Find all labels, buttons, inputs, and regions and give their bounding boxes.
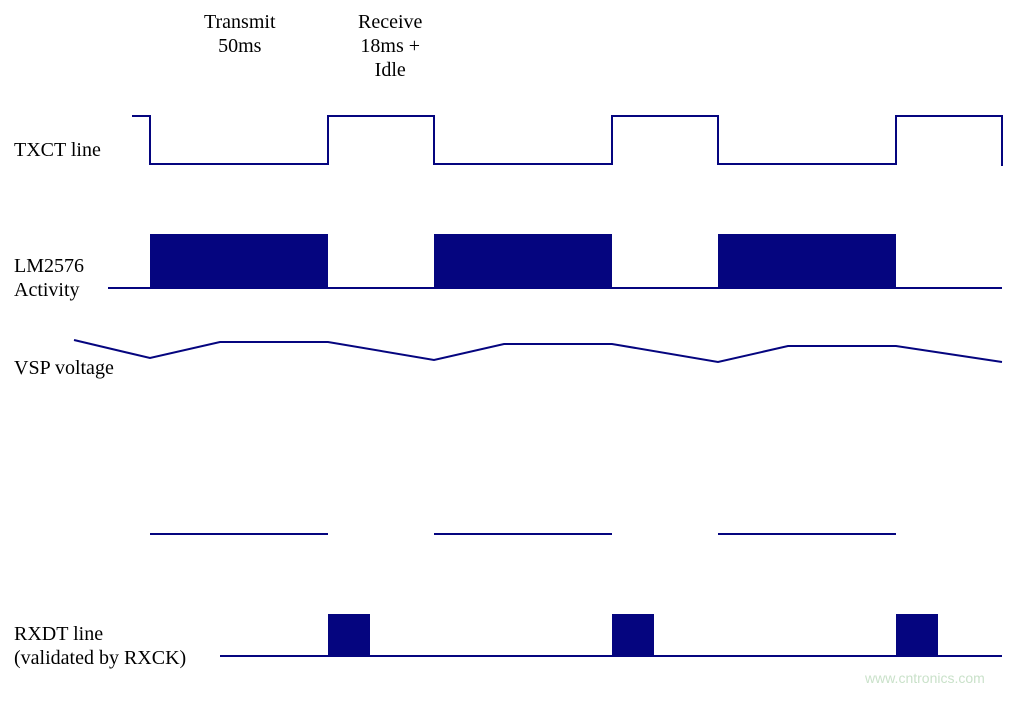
txct-waveform [132,116,1002,166]
rxdt-waveform [220,614,1002,656]
vsp-waveform [74,340,1002,362]
timing-diagram-svg [0,0,1013,706]
lm2576-waveform [108,234,1002,288]
